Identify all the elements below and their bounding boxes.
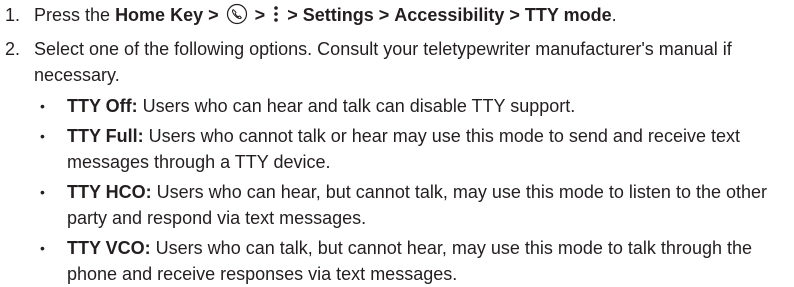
path-separator: > [509,5,520,25]
step-number: 2. [5,39,21,59]
option-title: TTY Off: [67,96,138,116]
option-tty-hco: • TTY HCO: Users who can hear, but canno… [34,179,794,231]
option-text: Users who can hear and talk can disable … [137,96,576,116]
option-tty-off: • TTY Off: Users who can hear and talk c… [34,93,794,119]
option-text: Users who can hear, but cannot talk, may… [67,182,768,228]
bullet-icon: • [40,128,45,144]
step-2: 2. Select one of the following options. … [0,36,794,287]
tty-mode-label: TTY mode [524,5,612,25]
step-text: Select one of the following options. Con… [34,39,732,85]
bullet-icon: • [40,184,45,200]
option-title: TTY Full: [67,126,144,146]
option-text: Users who can talk, but cannot hear, may… [67,238,753,284]
bullet-icon: • [40,240,45,256]
tty-options-list: • TTY Off: Users who can hear and talk c… [34,93,794,287]
path-separator: > [287,5,298,25]
option-tty-full: • TTY Full: Users who cannot talk or hea… [34,123,794,175]
step-number: 1. [5,5,21,25]
instructions: 1. Press the Home Key > > > Settings > A… [0,0,794,287]
step-period: . [611,5,617,25]
path-separator: > [378,5,390,25]
path-separator: > [254,5,266,25]
option-tty-vco: • TTY VCO: Users who can talk, but canno… [34,235,794,287]
accessibility-label: Accessibility [394,5,505,25]
home-key-label: Home Key [115,5,204,25]
settings-label: Settings [302,5,374,25]
step-prefix: Press the [34,5,111,25]
phone-icon [226,3,248,32]
bullet-icon: • [40,98,45,114]
option-title: TTY HCO: [67,182,152,202]
step-1: 1. Press the Home Key > > > Settings > A… [0,2,794,32]
option-text: Users who cannot talk or hear may use th… [67,126,740,172]
option-title: TTY VCO: [67,238,151,258]
more-vertical-icon [272,3,280,32]
path-separator: > [208,5,219,25]
